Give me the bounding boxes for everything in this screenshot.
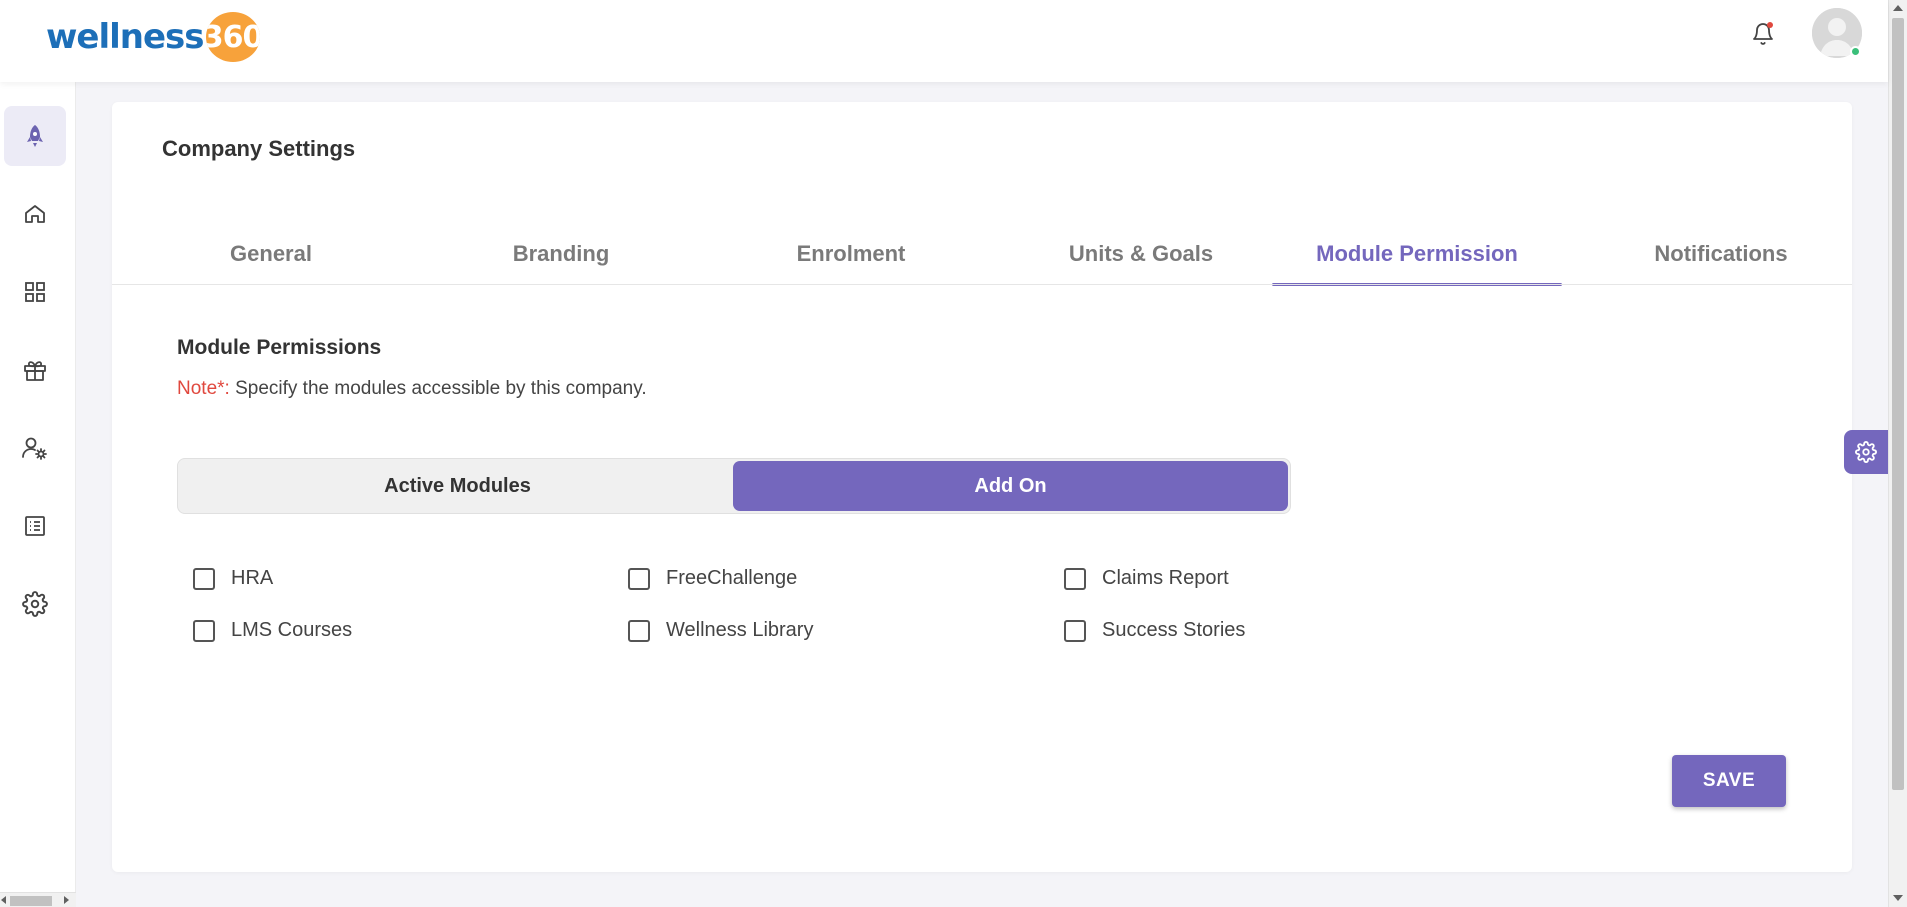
sidebar-item-dashboard[interactable] xyxy=(4,262,66,322)
tabs-divider xyxy=(112,284,1852,285)
section-title: Module Permissions xyxy=(177,336,382,359)
checkbox-label: Wellness Library xyxy=(666,619,814,641)
notification-dot xyxy=(1767,22,1773,28)
scrollbar-thumb[interactable] xyxy=(10,896,52,906)
top-header: wellness 360 xyxy=(0,0,1888,82)
horizontal-scrollbar[interactable] xyxy=(0,892,76,907)
sidebar-item-user-settings[interactable] xyxy=(4,418,66,478)
scroll-up-icon[interactable] xyxy=(1893,5,1903,11)
checkbox-label: LMS Courses xyxy=(231,619,353,641)
vertical-scrollbar[interactable] xyxy=(1888,0,1907,907)
active-modules-button[interactable]: Active Modules xyxy=(180,461,735,511)
logo-text: wellness xyxy=(46,17,205,57)
save-button[interactable]: SAVE xyxy=(1672,755,1786,807)
checkbox-label: Success Stories xyxy=(1102,619,1246,641)
module-checkbox-success-stories[interactable]: Success Stories xyxy=(1064,619,1245,642)
home-icon xyxy=(25,205,45,223)
online-status-dot xyxy=(1850,46,1861,57)
add-on-button[interactable]: Add On xyxy=(733,461,1288,511)
sidebar-nav xyxy=(0,82,76,892)
tab-module-permission[interactable]: Module Permission xyxy=(1272,224,1562,286)
list-icon xyxy=(25,516,45,536)
sidebar-item-settings[interactable] xyxy=(4,574,66,634)
tab-notifications[interactable]: Notifications xyxy=(1592,224,1850,284)
note-label: Note*: xyxy=(177,378,230,399)
checkbox[interactable] xyxy=(193,619,215,642)
module-checkbox-freechallenge[interactable]: FreeChallenge xyxy=(628,567,797,590)
checkbox-label: Claims Report xyxy=(1102,567,1229,589)
wellness360-logo[interactable]: wellness 360 xyxy=(46,12,260,62)
sidebar-item-home[interactable] xyxy=(4,184,66,244)
page-title: Company Settings xyxy=(162,136,356,161)
checkbox[interactable] xyxy=(1064,619,1086,642)
checkbox[interactable] xyxy=(193,567,215,590)
scrollbar-thumb[interactable] xyxy=(1892,18,1904,790)
gear-icon xyxy=(1855,441,1877,463)
rocket-icon xyxy=(27,125,43,147)
sidebar-item-rewards[interactable] xyxy=(4,340,66,400)
module-checkbox-wellness-library[interactable]: Wellness Library xyxy=(628,619,813,642)
tab-branding[interactable]: Branding xyxy=(432,224,690,284)
notification-bell-icon[interactable] xyxy=(1748,19,1778,49)
module-checkbox-claims-report[interactable]: Claims Report xyxy=(1064,567,1229,590)
grid-icon xyxy=(25,282,45,302)
gift-icon xyxy=(24,361,46,381)
company-settings-card: Company Settings General Branding Enrolm… xyxy=(112,102,1852,872)
section-note: Note*: Specify the modules accessible by… xyxy=(177,378,647,400)
module-checkbox-hra[interactable]: HRA xyxy=(193,567,273,590)
sidebar-item-reports[interactable] xyxy=(4,496,66,556)
module-checkbox-lms-courses[interactable]: LMS Courses xyxy=(193,619,352,642)
checkbox[interactable] xyxy=(1064,567,1086,590)
checkbox-label: FreeChallenge xyxy=(666,567,798,589)
scroll-right-icon[interactable] xyxy=(64,896,69,904)
tab-general[interactable]: General xyxy=(142,224,400,284)
checkbox[interactable] xyxy=(628,619,650,642)
checkbox-label: HRA xyxy=(231,567,274,589)
logo-badge: 360 xyxy=(205,12,260,62)
sidebar-item-rocket[interactable] xyxy=(4,106,66,166)
note-text: Specify the modules accessible by this c… xyxy=(229,378,647,399)
gear-icon xyxy=(22,591,48,617)
scroll-down-icon[interactable] xyxy=(1893,895,1903,901)
tab-enrolment[interactable]: Enrolment xyxy=(722,224,980,284)
scroll-left-icon[interactable] xyxy=(1,896,6,904)
module-type-toggle: Active Modules Add On xyxy=(177,458,1291,514)
tab-units-goals[interactable]: Units & Goals xyxy=(1012,224,1270,284)
user-gear-icon xyxy=(22,437,47,460)
floating-settings-button[interactable] xyxy=(1844,430,1888,474)
checkbox[interactable] xyxy=(628,567,650,590)
